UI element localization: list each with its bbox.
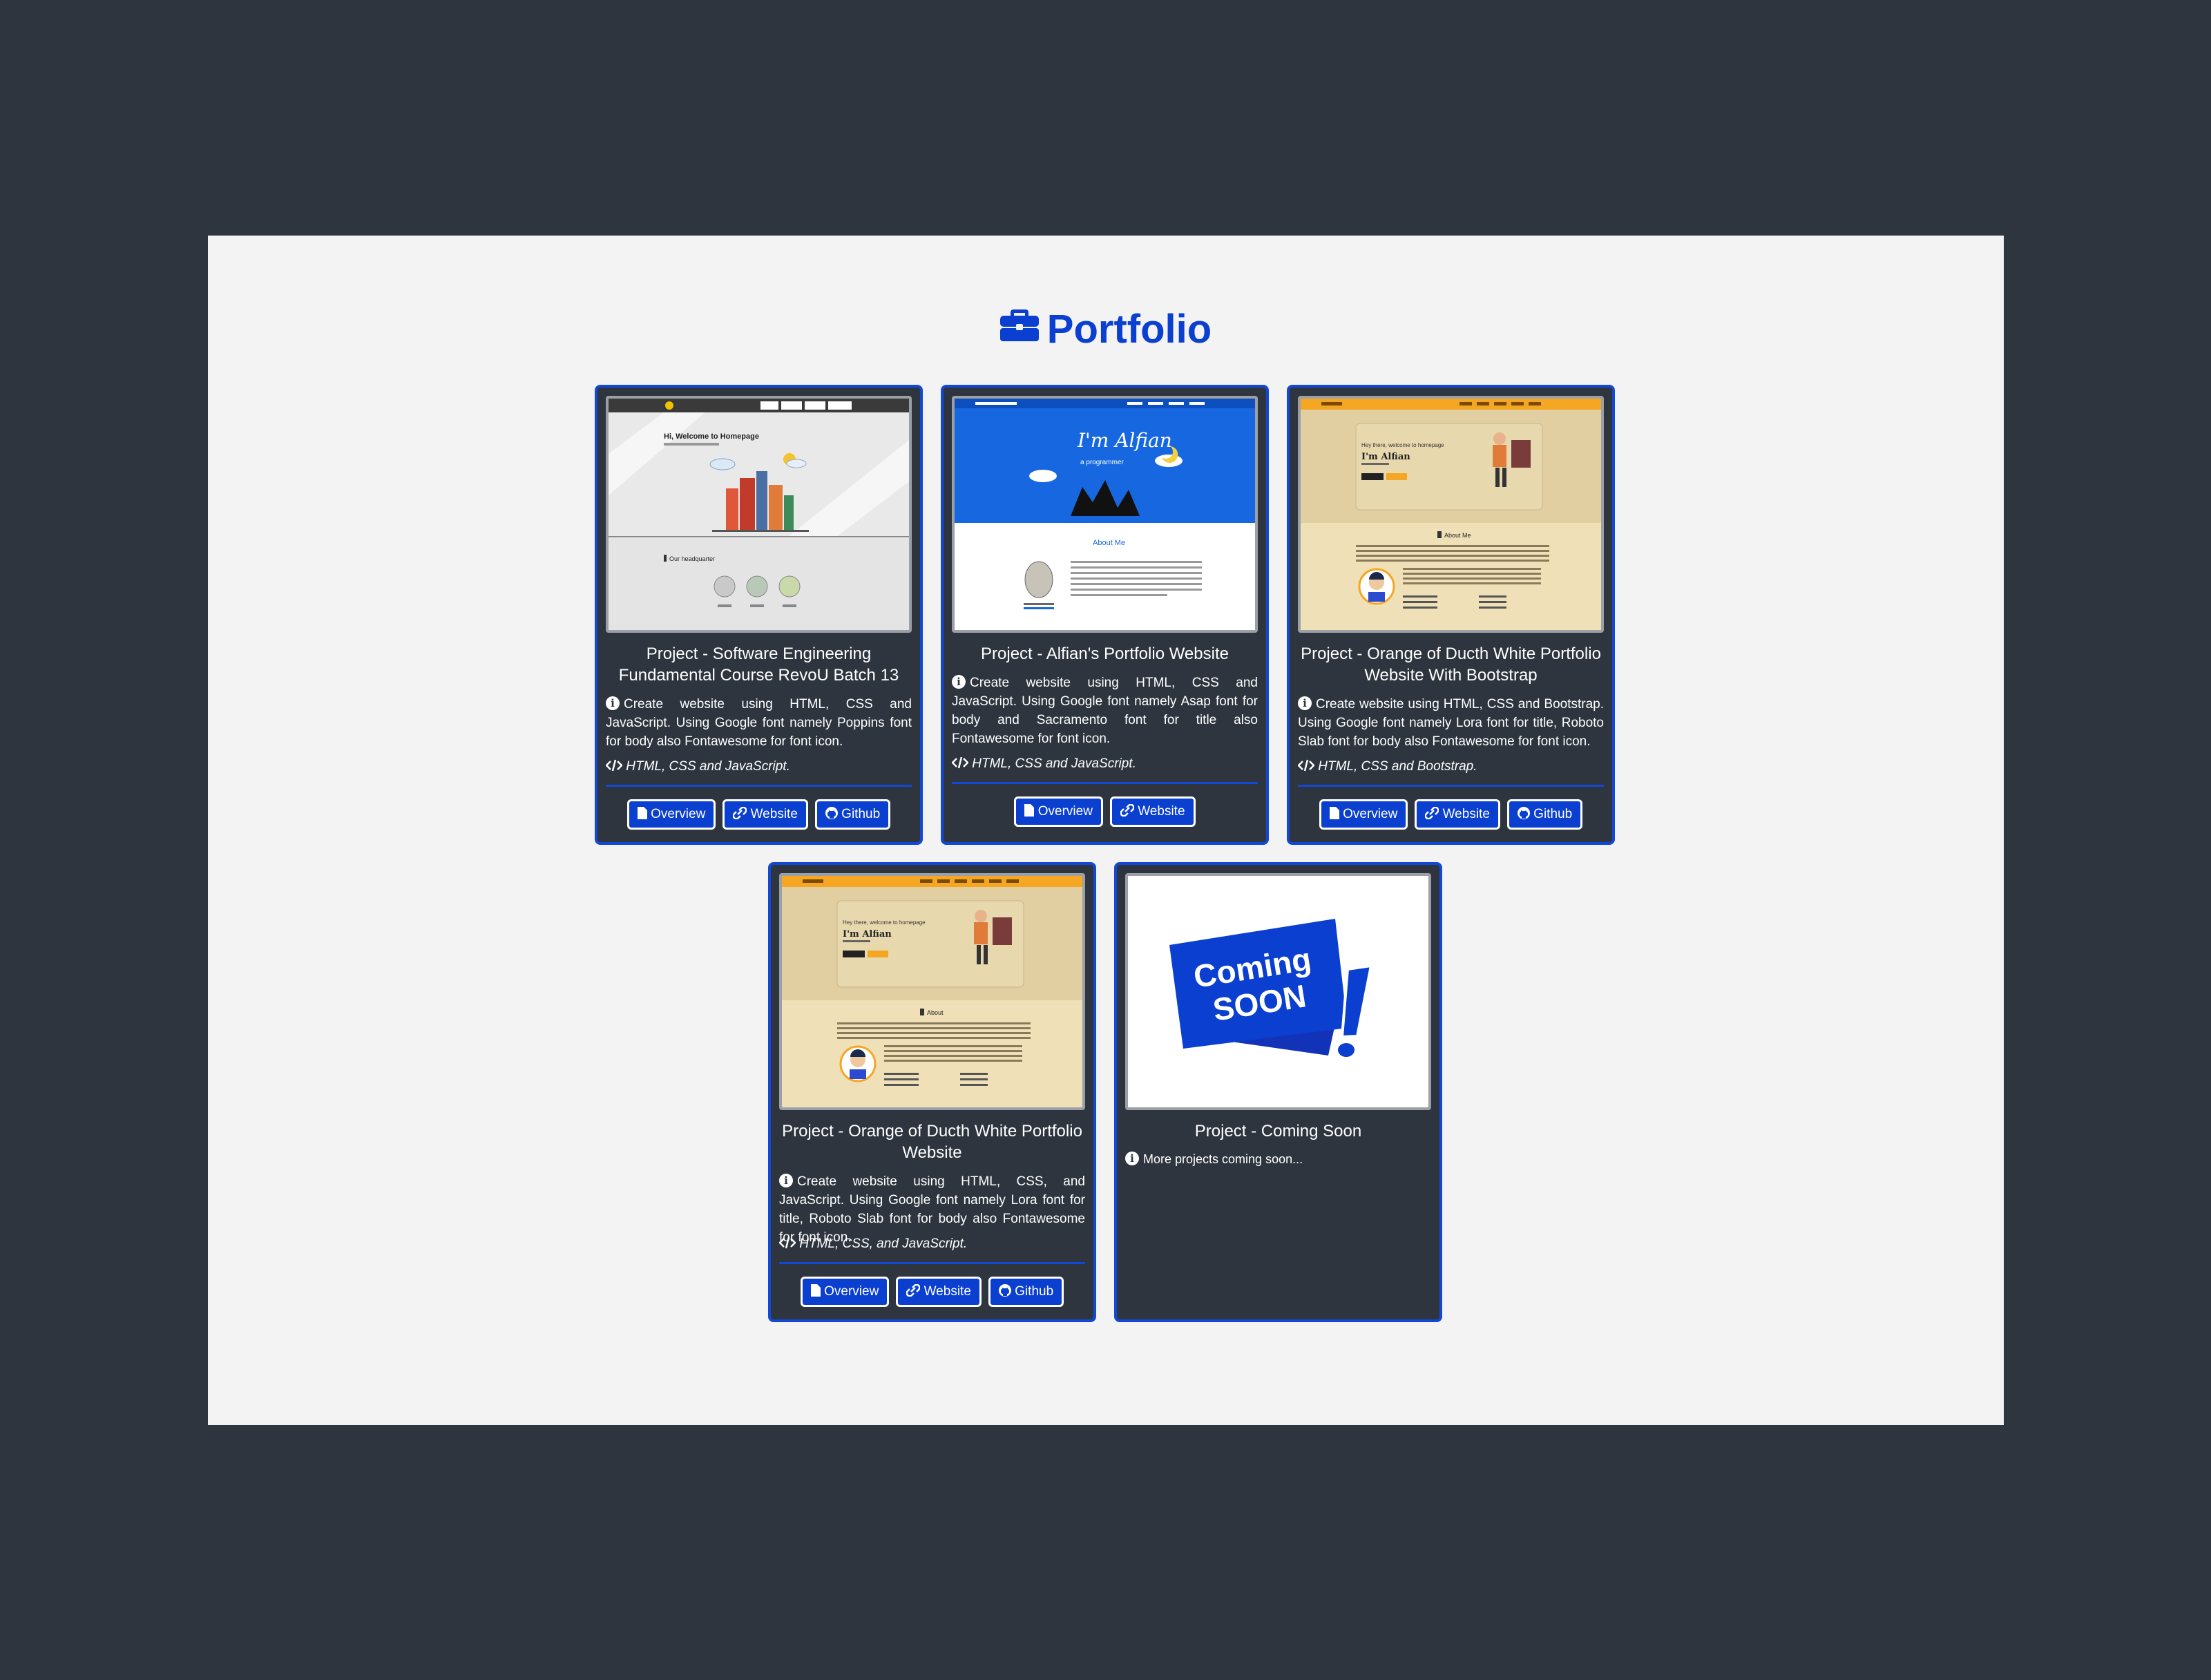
project-tech: HTML, CSS and JavaScript. [951,754,1258,773]
info-icon: i [779,1173,793,1187]
link-icon [1120,803,1135,817]
github-icon [1517,806,1530,819]
file-icon [1329,806,1339,819]
link-icon [1424,806,1439,820]
project-title: Project - Alfian's Portfolio Website [981,645,1229,663]
card-divider [606,785,912,787]
briefcase-icon [999,303,1039,353]
github-button[interactable]: Github [988,1277,1064,1307]
portfolio-section: Portfolio Hi, Welcome to Homepage Our he… [208,236,2004,1425]
project-title: Project - Orange of Ducth White Portfoli… [782,1122,1082,1162]
github-icon [825,806,838,819]
project-description: i More projects coming soon... [1125,1150,1431,1169]
code-icon [1297,759,1315,772]
section-title: Portfolio [208,305,2004,357]
info-icon: i [606,696,620,710]
project-description: i Create website using HTML, CSS and Java… [606,696,912,749]
project-card: Coming SOON Project - Coming Soon i More … [1114,862,1442,1322]
svg-text:About Me: About Me [1444,532,1471,539]
project-card: Hi, Welcome to Homepage Our headquarter … [595,385,923,845]
info-icon: i [952,674,966,689]
card-divider [779,1262,1085,1264]
code-icon [951,756,969,769]
file-icon [810,1283,821,1297]
info-icon: i [1125,1152,1139,1166]
svg-text:Our headquarter: Our headquarter [669,555,715,562]
project-description: i Create website using HTML, CSS and Boot… [1298,696,1604,749]
svg-text:Hey there, welcome to homepage: Hey there, welcome to homepage [1361,442,1444,448]
svg-text:About Me: About Me [1093,539,1125,547]
project-tech: HTML, CSS, and JavaScript. [778,1234,1085,1253]
coming-soon-graphic: Coming SOON [1128,876,1428,1107]
overview-button[interactable]: Overview [1014,796,1103,827]
project-preview-image[interactable]: Hey there, welcome to homepage I'm Alfia… [779,873,1085,1110]
website-button[interactable]: Website [722,799,808,830]
project-preview-image[interactable]: Hi, Welcome to Homepage Our headquarter [606,396,912,633]
section-title-text: Portfolio [1046,307,1212,352]
project-tech: HTML, CSS and JavaScript. [605,757,912,776]
project-actions: Overview Website Github [771,1277,1093,1307]
website-button[interactable]: Website [1415,799,1500,830]
project-description: i Create website using HTML, CSS and Java… [952,674,1258,746]
svg-text:Hi, Welcome to Homepage: Hi, Welcome to Homepage [664,432,759,441]
file-icon [1024,803,1035,817]
code-icon [605,759,623,772]
project-preview-image[interactable]: Hey there, welcome to homepage I'm Alfia… [1298,396,1604,633]
github-button[interactable]: Github [1506,799,1583,830]
project-preview-image: Coming SOON [1125,873,1431,1110]
svg-text:a programmer: a programmer [1080,459,1124,466]
file-icon [637,806,647,819]
card-divider [952,782,1258,784]
project-title: Project - Orange of Ducth White Portfoli… [1301,645,1601,685]
svg-text:I'm Alfian: I'm Alfian [843,929,892,939]
info-icon: i [1298,696,1312,710]
project-title: Project - Coming Soon [1194,1122,1362,1140]
project-title: Project - Software Engineering Fundament… [618,645,899,685]
project-card: I'm Alfian a programmer About Me Project… [941,385,1269,845]
svg-text:About: About [927,1009,944,1016]
code-icon [778,1237,796,1249]
project-tech: HTML, CSS and Bootstrap. [1297,757,1604,776]
svg-text:I'm Alfian: I'm Alfian [1361,452,1410,462]
project-actions: Overview Website Github [597,799,920,830]
overview-button[interactable]: Overview [800,1277,890,1307]
svg-text:Hey there, welcome to homepage: Hey there, welcome to homepage [843,919,926,926]
overview-button[interactable]: Overview [626,799,716,830]
website-button[interactable]: Website [896,1277,982,1307]
svg-text:I'm Alfian: I'm Alfian [1077,429,1172,452]
website-button[interactable]: Website [1109,796,1196,827]
project-actions: Overview Website [944,796,1266,827]
overview-button[interactable]: Overview [1319,799,1408,830]
project-card: Hey there, welcome to homepage I'm Alfia… [768,862,1096,1322]
project-card: Hey there, welcome to homepage I'm Alfia… [1287,385,1615,845]
project-actions: Overview Website Github [1290,799,1612,830]
project-preview-image[interactable]: I'm Alfian a programmer About Me [952,396,1258,633]
github-button[interactable]: Github [814,799,891,830]
card-divider [1298,785,1604,787]
link-icon [732,806,747,820]
github-icon [998,1283,1011,1297]
link-icon [906,1283,921,1297]
